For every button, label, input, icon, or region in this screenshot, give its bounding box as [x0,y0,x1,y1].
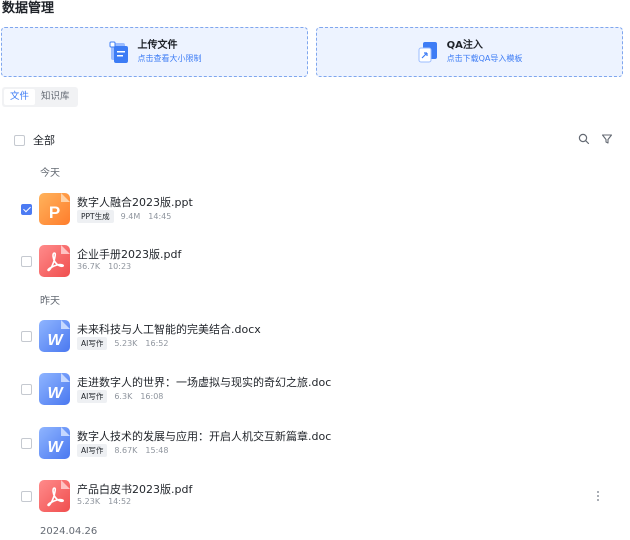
word-file-icon: W [39,373,70,405]
file-size: 8.67K [114,446,138,455]
upload-file-subtitle[interactable]: 点击查看大小限制 [138,53,202,65]
file-checkbox[interactable] [21,204,32,215]
pdf-file-icon [39,245,70,277]
file-checkbox[interactable] [21,438,32,449]
file-name[interactable]: 产品白皮书2023版.pdf [77,481,192,497]
file-row[interactable]: 企业手册2023版.pdf 36.7K 10:23 [0,242,630,282]
svg-text:W: W [47,385,64,402]
file-time: 16:08 [140,392,164,401]
file-time: 14:52 [108,497,132,506]
file-checkbox[interactable] [21,256,32,267]
qa-inject-title: QA注入 [446,40,483,51]
group-label-today: 今天 [40,168,60,179]
ppt-file-icon: P [39,193,70,225]
file-row[interactable]: P 数字人融合2023版.ppt PPT生成 9.4M 14:45 [0,190,630,230]
svg-text:W: W [47,332,64,349]
pdf-file-icon [39,480,70,512]
upload-file-card[interactable]: 上传文件 点击查看大小限制 [1,27,308,77]
file-row[interactable]: 产品白皮书2023版.pdf 5.23K 14:52 [0,477,630,517]
svg-text:W: W [47,439,64,456]
file-size: 9.4M [120,212,141,221]
file-name[interactable]: 未来科技与人工智能的完美结合.docx [77,321,261,337]
file-meta: AI写作 5.23K 16:52 [77,337,176,350]
file-size: 6.3K [114,392,133,401]
select-all-row[interactable]: 全部 [14,132,55,148]
file-time: 14:45 [148,212,172,221]
select-all-label: 全部 [33,134,55,147]
word-file-icon: W [39,320,70,352]
file-meta: 36.7K 10:23 [77,262,139,271]
file-checkbox[interactable] [21,331,32,342]
upload-file-icon [108,40,130,64]
file-time: 16:52 [145,339,169,348]
file-size: 36.7K [77,262,101,271]
file-size: 5.23K [77,497,101,506]
qa-inject-icon [417,40,439,64]
file-row[interactable]: W 数字人技术的发展与应用：开启人机交互新篇章.doc AI写作 8.67K 1… [0,424,630,464]
file-name[interactable]: 数字人技术的发展与应用：开启人机交互新篇章.doc [77,428,331,444]
file-name[interactable]: 企业手册2023版.pdf [77,246,181,262]
search-icon[interactable] [578,133,590,145]
file-meta: 5.23K 14:52 [77,497,139,506]
source-tabs: 文件 知识库 [2,87,78,107]
file-name[interactable]: 数字人融合2023版.ppt [77,194,193,210]
file-checkbox[interactable] [21,491,32,502]
file-row[interactable]: W 未来科技与人工智能的完美结合.docx AI写作 5.23K 16:52 [0,317,630,357]
qa-inject-subtitle[interactable]: 点击下载QA导入模板 [447,53,523,65]
group-label-yesterday: 昨天 [40,296,60,307]
file-time: 15:48 [145,446,169,455]
file-meta: AI写作 6.3K 16:08 [77,390,171,403]
word-file-icon: W [39,427,70,459]
file-tag: AI写作 [77,390,108,403]
file-checkbox[interactable] [21,384,32,395]
more-options-icon[interactable] [596,490,600,502]
file-meta: AI写作 8.67K 15:48 [77,444,176,457]
file-size: 5.23K [114,339,138,348]
file-row[interactable]: W 走进数字人的世界：一场虚拟与现实的奇幻之旅.doc AI写作 6.3K 16… [0,370,630,410]
file-time: 10:23 [108,262,132,271]
file-tag: AI写作 [77,444,108,457]
tab-knowledge-base[interactable]: 知识库 [35,89,76,105]
file-tag: AI写作 [77,337,108,350]
file-name[interactable]: 走进数字人的世界：一场虚拟与现实的奇幻之旅.doc [77,374,331,390]
file-tag: PPT生成 [77,210,114,223]
select-all-checkbox[interactable] [14,134,25,146]
qa-inject-card[interactable]: QA注入 点击下载QA导入模板 [316,27,623,77]
filter-icon[interactable] [601,133,613,145]
upload-file-title: 上传文件 [137,40,178,51]
tab-files[interactable]: 文件 [4,89,36,105]
file-meta: PPT生成 9.4M 14:45 [77,210,179,223]
page-title: 数据管理 [2,1,55,16]
svg-text:P: P [49,203,60,222]
group-label-date: 2024.04.26 [40,526,98,537]
